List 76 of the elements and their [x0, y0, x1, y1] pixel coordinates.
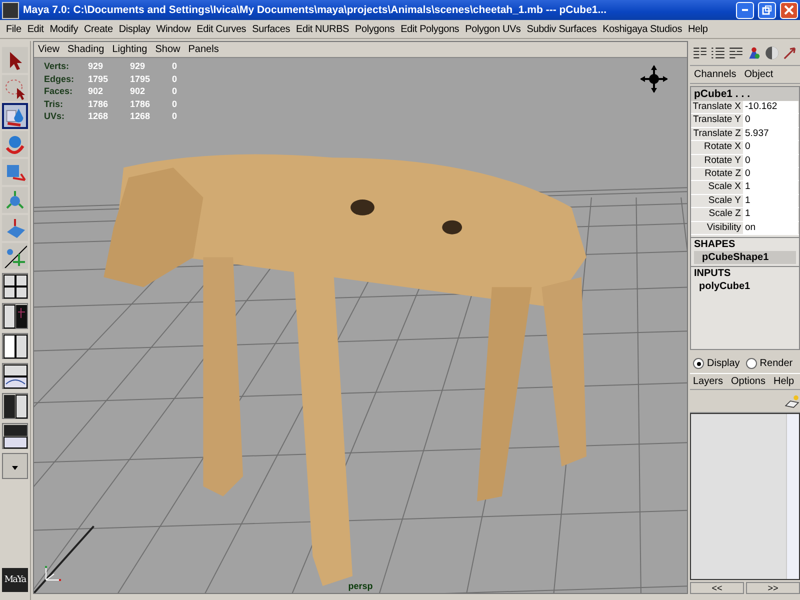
channel-name[interactable]: Scale X — [691, 181, 741, 194]
menu-item[interactable]: Create — [81, 24, 116, 34]
channel-value[interactable]: on — [743, 222, 798, 234]
page-button[interactable]: << — [690, 582, 744, 594]
stat-value: 0 — [172, 98, 178, 110]
stat-label: Edges: — [44, 72, 76, 85]
menu-item[interactable]: Edit NURBS — [293, 24, 352, 34]
object-name[interactable]: pCube1 . . . — [691, 87, 799, 101]
channel-value[interactable]: 5.937 — [743, 128, 798, 140]
shape-node[interactable]: pCubeShape1 — [694, 251, 796, 264]
page-button[interactable]: >> — [746, 582, 800, 594]
channel-value[interactable]: 0 — [743, 154, 798, 168]
channel-name[interactable]: Translate Z — [691, 128, 741, 140]
channel-value[interactable]: 1 — [743, 208, 798, 221]
menu-item[interactable]: Polygons — [352, 24, 398, 34]
input-node[interactable]: polyCube1 — [691, 280, 799, 294]
menu-item[interactable]: Surfaces — [249, 24, 293, 34]
stat-label: Tris: — [44, 98, 64, 110]
channel-value[interactable]: 1 — [743, 181, 798, 194]
camera-label: persp — [347, 581, 374, 591]
channel-value[interactable]: 0 — [743, 168, 798, 180]
channel-value[interactable]: -10.162 — [743, 101, 798, 114]
stat-value: 0 — [172, 60, 178, 72]
channel-name[interactable]: Scale Z — [691, 208, 741, 221]
channel-name[interactable]: Translate Y — [691, 114, 741, 127]
stat-label: Faces: — [44, 85, 74, 98]
channel-value[interactable]: 1 — [743, 194, 798, 208]
menu-item[interactable]: Edit — [24, 24, 47, 34]
menu-item[interactable]: Shading — [64, 44, 108, 55]
menu-item[interactable]: Layers — [693, 376, 724, 388]
stat-value: 929 — [88, 60, 104, 72]
menu-item[interactable]: File — [3, 24, 24, 34]
menu-item[interactable]: Edit Curves — [194, 24, 250, 34]
logo: MaYa — [2, 568, 28, 592]
stat-value: 1786 — [130, 98, 152, 110]
channel-name[interactable]: Rotate Y — [691, 154, 741, 168]
stat-value: 1795 — [130, 72, 152, 85]
stat-value: 0 — [172, 85, 178, 98]
section-header: INPUTS — [691, 266, 799, 280]
window-title: Maya 7.0: C:\Documents and Settings\Ivica\My Documents\maya\projects\Animals\scenes\cheetah_1.mb --- pCube1... — [23, 4, 608, 16]
stat-value: 902 — [88, 85, 104, 98]
menu-item[interactable]: Help — [685, 24, 711, 34]
stat-value: 1268 — [88, 110, 110, 122]
radio-option[interactable]: Render — [746, 358, 793, 370]
channel-name[interactable]: Rotate X — [691, 141, 741, 154]
channel-name[interactable]: Translate X — [691, 101, 741, 114]
channel-name[interactable]: Scale Y — [691, 194, 741, 208]
channel-name[interactable]: Visibility — [691, 222, 741, 234]
stat-value: 1795 — [88, 72, 110, 85]
menu-item[interactable]: Object — [744, 69, 774, 80]
stat-value: 929 — [130, 60, 146, 72]
menu-item[interactable]: Koshigaya Studios — [600, 24, 685, 34]
stat-value: 1268 — [130, 110, 152, 122]
menu-item[interactable]: Help — [773, 376, 794, 388]
channel-value[interactable]: 0 — [743, 141, 798, 154]
stat-label: UVs: — [44, 110, 66, 122]
stat-value: 0 — [172, 110, 178, 122]
menu-item[interactable]: Panels — [184, 44, 223, 55]
menu-item[interactable]: Lighting — [108, 44, 152, 55]
menu-item[interactable]: Edit Polygons — [398, 24, 462, 34]
menu-item[interactable]: Display — [116, 24, 154, 34]
menu-item[interactable]: Show — [151, 44, 184, 55]
channel-value[interactable]: 0 — [743, 114, 798, 127]
stat-value: 1786 — [88, 98, 110, 110]
menu-item[interactable]: Modify — [46, 24, 82, 34]
menu-item[interactable]: Subdiv Surfaces — [524, 24, 600, 34]
stat-label: Verts: — [44, 60, 70, 72]
channel-name[interactable]: Rotate Z — [691, 168, 741, 180]
menu-item[interactable]: Polygon UVs — [462, 24, 524, 34]
stat-value: 902 — [130, 85, 146, 98]
menu-item[interactable]: View — [34, 44, 64, 55]
menu-item[interactable]: Channels — [694, 69, 736, 80]
menu-item[interactable]: Options — [731, 376, 766, 388]
radio-option[interactable]: Display — [693, 358, 740, 370]
menu-item[interactable]: Window — [153, 24, 194, 34]
stat-value: 0 — [172, 72, 178, 85]
